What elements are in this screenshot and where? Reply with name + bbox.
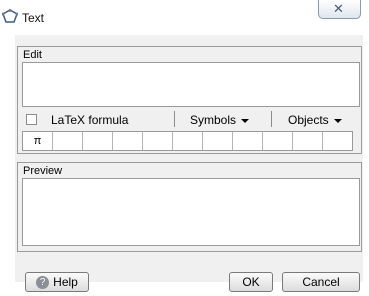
preview-pane [22, 178, 360, 246]
objects-menu-button[interactable]: Objects [288, 113, 342, 127]
help-icon: ? [36, 276, 50, 290]
chevron-down-icon [333, 118, 342, 123]
symbol-bar: π [22, 131, 353, 151]
cancel-label: Cancel [302, 275, 340, 289]
toolbar-separator [271, 111, 272, 127]
symbols-menu-button[interactable]: Symbols [190, 113, 250, 127]
ok-label: OK [242, 275, 260, 289]
symbol-button[interactable] [53, 132, 83, 150]
symbol-button[interactable] [143, 132, 173, 150]
symbol-button[interactable] [233, 132, 263, 150]
symbol-button[interactable]: π [23, 132, 53, 150]
cancel-button[interactable]: Cancel [282, 272, 360, 292]
chevron-down-icon [241, 118, 250, 123]
app-icon [2, 9, 18, 23]
symbol-button[interactable] [293, 132, 323, 150]
symbol-button[interactable] [263, 132, 293, 150]
edit-textarea[interactable] [22, 62, 360, 107]
help-label: Help [53, 275, 78, 289]
symbols-label: Symbols [190, 113, 237, 127]
edit-toolbar: LaTeX formula Symbols Objects [22, 110, 362, 130]
symbol-button[interactable] [173, 132, 203, 150]
objects-label: Objects [288, 113, 329, 127]
symbol-button[interactable] [83, 132, 113, 150]
symbol-button[interactable] [113, 132, 143, 150]
help-button[interactable]: ? Help [25, 272, 89, 292]
symbol-button[interactable] [323, 132, 352, 150]
close-icon: ✕ [333, 1, 344, 16]
edit-label: Edit [23, 49, 42, 61]
symbol-button[interactable] [203, 132, 233, 150]
close-button[interactable]: ✕ [318, 0, 361, 19]
latex-label: LaTeX formula [51, 113, 129, 127]
ok-button[interactable]: OK [229, 272, 273, 292]
preview-label: Preview [23, 165, 63, 177]
title-bar: Text ✕ [0, 0, 369, 34]
latex-checkbox[interactable] [26, 114, 37, 125]
window-title: Text [22, 11, 45, 25]
toolbar-separator [174, 111, 175, 127]
